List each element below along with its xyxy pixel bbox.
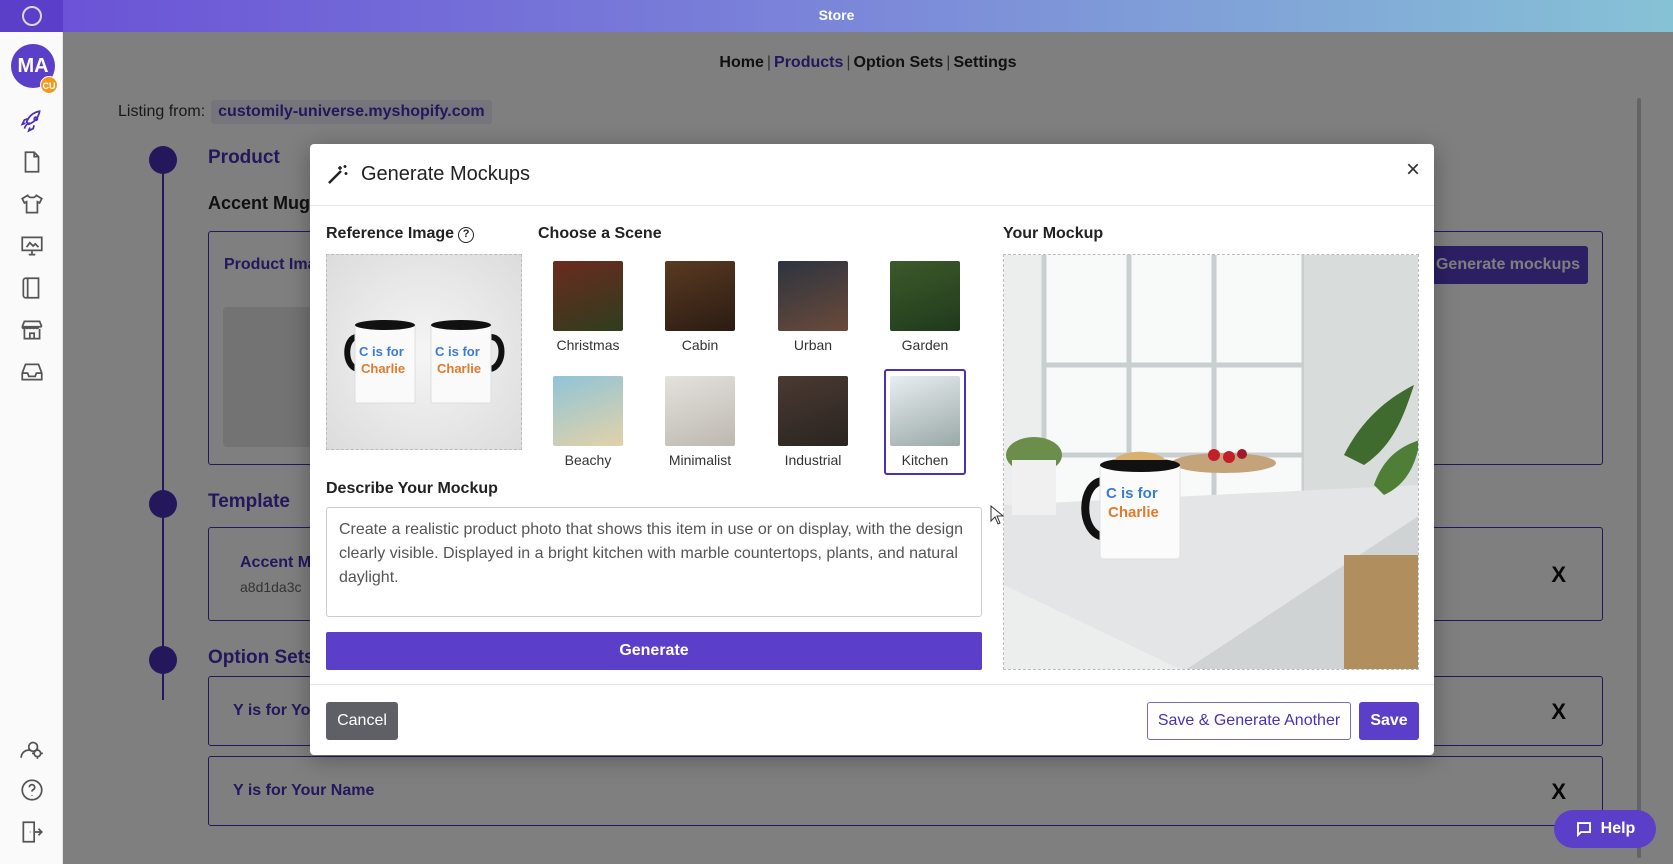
scene-minimalist[interactable]: Minimalist: [659, 369, 741, 473]
scene-industrial[interactable]: Industrial: [772, 369, 854, 473]
close-icon[interactable]: ×: [1406, 158, 1420, 182]
avatar-badge: CU: [40, 76, 58, 94]
kitchen-mockup-image: C is for Charlie: [1004, 255, 1418, 669]
your-mockup-label: Your Mockup: [1003, 225, 1104, 242]
save-button[interactable]: Save: [1359, 702, 1419, 740]
choose-scene-label: Choose a Scene: [538, 225, 662, 242]
rocket-icon[interactable]: [18, 107, 46, 135]
scene-urban[interactable]: Urban: [772, 254, 854, 358]
modal-header: Generate Mockups ×: [310, 144, 1434, 206]
mouse-cursor-icon: [990, 505, 1004, 525]
scene-garden[interactable]: Garden: [884, 254, 966, 358]
scene-kitchen-thumb: [890, 376, 960, 446]
app-title: Store: [818, 7, 855, 23]
describe-mockup-label: Describe Your Mockup: [326, 480, 498, 497]
help-button[interactable]: Help: [1554, 810, 1656, 848]
scene-label: Urban: [793, 337, 833, 353]
reference-image-text: Reference Image: [326, 225, 455, 242]
scene-label: Beachy: [564, 452, 612, 468]
cancel-button[interactable]: Cancel: [326, 702, 398, 740]
generate-button[interactable]: Generate: [326, 632, 982, 670]
app-logo[interactable]: [0, 0, 63, 32]
inbox-icon[interactable]: [18, 358, 46, 386]
mockup-mug-text-1: C is for: [1106, 485, 1158, 502]
scene-cabin[interactable]: Cabin: [659, 254, 741, 358]
scene-label: Christmas: [556, 337, 620, 353]
scene-label: Cabin: [681, 337, 719, 353]
scene-label: Industrial: [784, 452, 842, 468]
book-icon[interactable]: [18, 274, 46, 302]
app-header: Store: [0, 0, 1673, 32]
chat-icon: [1576, 822, 1591, 838]
generate-mockups-modal: Generate Mockups × Reference Image? C is…: [310, 144, 1434, 755]
scene-cabin-thumb: [665, 261, 735, 331]
save-and-generate-another-button[interactable]: Save & Generate Another: [1147, 702, 1351, 740]
scene-minimalist-thumb: [665, 376, 735, 446]
monitor-icon[interactable]: [18, 232, 46, 260]
scene-garden-thumb: [890, 261, 960, 331]
tshirt-icon[interactable]: [18, 190, 46, 218]
reference-image-label: Reference Image?: [326, 225, 475, 243]
scene-kitchen[interactable]: Kitchen: [884, 369, 966, 475]
logo-icon: [21, 6, 42, 26]
question-circle-icon[interactable]: ?: [458, 227, 475, 243]
magic-wand-icon: [328, 165, 348, 184]
modal-footer-divider: [310, 684, 1434, 685]
mockup-mug-text-2: Charlie: [1108, 504, 1159, 521]
document-icon[interactable]: [18, 148, 46, 176]
left-sidebar: MA CU: [0, 32, 63, 864]
modal-title: Generate Mockups: [361, 163, 530, 185]
scene-label: Minimalist: [668, 452, 732, 468]
mug-text-left-2: Charlie: [361, 361, 405, 376]
help-label: Help: [1600, 820, 1636, 837]
mug-reference-image: C is for Charlie C is for Charlie: [344, 320, 505, 404]
scene-label: Garden: [901, 337, 949, 353]
mug-text-right-2: Charlie: [437, 361, 481, 376]
mug-text-right-1: C is for: [435, 344, 480, 359]
mockup-description-input[interactable]: Create a realistic product photo that sh…: [326, 507, 982, 617]
store-icon[interactable]: [18, 316, 46, 344]
scene-industrial-thumb: [778, 376, 848, 446]
scene-urban-thumb: [778, 261, 848, 331]
mockup-result-image[interactable]: C is for Charlie: [1003, 254, 1419, 670]
scene-beachy[interactable]: Beachy: [547, 369, 629, 473]
logout-icon[interactable]: [18, 818, 46, 846]
scene-christmas-thumb: [553, 261, 623, 331]
reference-image[interactable]: C is for Charlie C is for Charlie: [326, 254, 522, 450]
scene-christmas[interactable]: Christmas: [547, 254, 629, 358]
scene-label: Kitchen: [901, 452, 949, 468]
user-settings-icon[interactable]: [18, 734, 46, 762]
help-icon[interactable]: [18, 776, 46, 804]
scene-beachy-thumb: [553, 376, 623, 446]
mug-text-left-1: C is for: [359, 344, 404, 359]
